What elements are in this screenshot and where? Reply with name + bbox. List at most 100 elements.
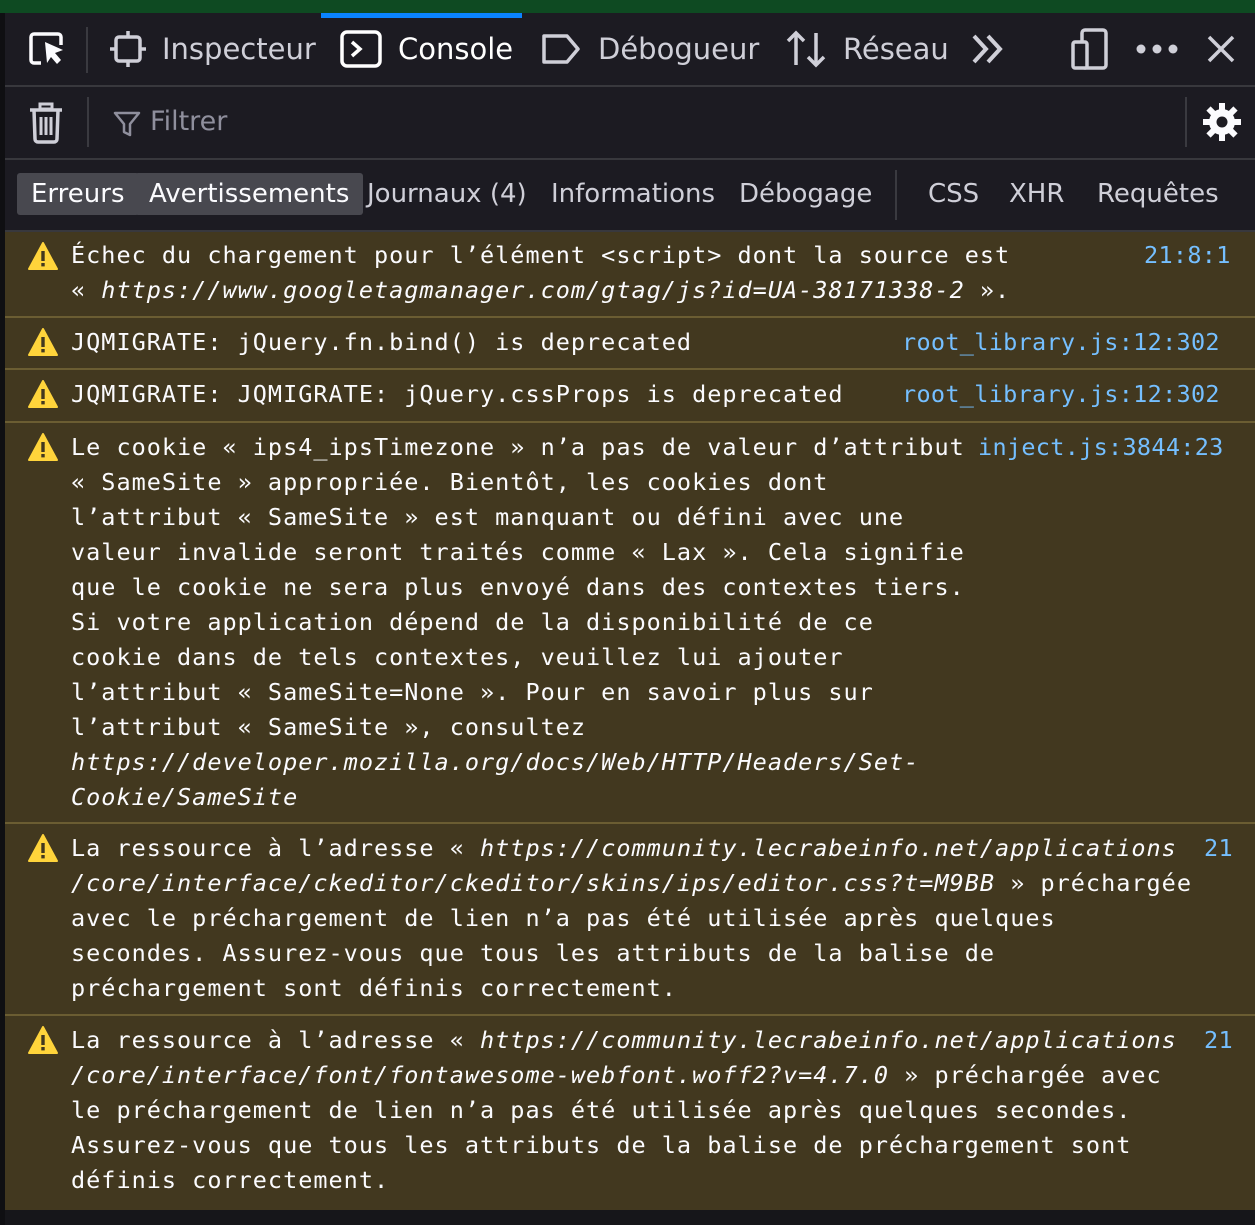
- message-line: JQMIGRATE: jQuery.fn.bind() is deprecate…: [71, 325, 692, 360]
- message-text-segment: avec le préchargement de lien n’a pas ét…: [71, 904, 1056, 932]
- message-line: Échec du chargement pour l’élément <scri…: [71, 238, 1010, 273]
- message-text-segment: JQMIGRATE: jQuery.fn.bind() is deprecate…: [71, 328, 693, 356]
- message-line: que le cookie ne sera plus envoyé dans d…: [71, 570, 965, 605]
- message-text-segment: Le cookie « ips4_ipsTimezone » n’a pas d…: [71, 433, 965, 461]
- level-divider: [895, 170, 897, 220]
- message-text-segment: JQMIGRATE: JQMIGRATE: jQuery.cssProps is…: [71, 380, 844, 408]
- message-line: Le cookie « ips4_ipsTimezone » n’a pas d…: [71, 430, 965, 465]
- filter-css-button[interactable]: CSS: [914, 173, 993, 215]
- options-menu-button[interactable]: [1135, 13, 1179, 85]
- tab-debugger[interactable]: Débogueur: [540, 13, 759, 85]
- message-line: JQMIGRATE: JQMIGRATE: jQuery.cssProps is…: [71, 377, 844, 412]
- toolbar-divider: [86, 27, 88, 73]
- message-line: secondes. Assurez-vous que tous les attr…: [71, 936, 1192, 971]
- console-message-warning: JQMIGRATE: jQuery.fn.bind() is deprecate…: [5, 318, 1255, 370]
- message-text-segment: ».: [964, 276, 1011, 304]
- tab-network[interactable]: Réseau: [785, 13, 949, 85]
- filter-xhr-button[interactable]: XHR: [995, 173, 1078, 215]
- warning-icon: [27, 432, 59, 466]
- console-message-warning: La ressource à l’adresse « https://commu…: [5, 824, 1255, 1016]
- message-line: « SameSite » appropriée. Bientôt, les co…: [71, 465, 965, 500]
- chevron-double-right-icon: [970, 31, 1006, 67]
- console-message-warning: Le cookie « ips4_ipsTimezone » n’a pas d…: [5, 423, 1255, 824]
- message-line: avec le préchargement de lien n’a pas ét…: [71, 901, 1192, 936]
- message-url: /core/interface/font/fontawesome-webfont…: [71, 1061, 890, 1089]
- message-text-segment: cookie dans de tels contextes, veuillez …: [71, 643, 844, 671]
- message-line: La ressource à l’adresse « https://commu…: [71, 1023, 1177, 1058]
- warning-icon: [27, 327, 59, 361]
- message-text-segment: l’attribut « SameSite » est manquant ou …: [71, 503, 905, 531]
- filter-debug-button[interactable]: Débogage: [725, 173, 886, 215]
- message-text-segment: définis correctement.: [71, 1166, 390, 1194]
- clear-console-button[interactable]: [27, 102, 65, 148]
- filter-input[interactable]: Filtrer: [101, 95, 1181, 149]
- devtools-toolbar: Inspecteur Console Débogueur Réseau: [5, 13, 1255, 87]
- message-text: Échec du chargement pour l’élément <scri…: [71, 238, 1010, 308]
- more-tools-button[interactable]: [970, 13, 1006, 85]
- debugger-icon: [540, 32, 582, 66]
- message-location-link[interactable]: 21: [1204, 1023, 1233, 1058]
- message-text: La ressource à l’adresse « https://commu…: [71, 1023, 1177, 1198]
- message-text-segment: Assurez-vous que tous les attributs de l…: [71, 1131, 1132, 1159]
- console-input-edge: [5, 1210, 1255, 1225]
- message-url: /core/interface/ckeditor/ckeditor/skins/…: [71, 869, 996, 897]
- tab-network-label: Réseau: [843, 32, 949, 66]
- warning-icon: [27, 241, 59, 275]
- message-url: Cookie/SameSite: [71, 783, 299, 811]
- console-output: Échec du chargement pour l’élément <scri…: [5, 232, 1255, 1210]
- inspector-icon: [110, 31, 146, 67]
- message-line: Assurez-vous que tous les attributs de l…: [71, 1128, 1177, 1163]
- message-line: préchargement sont définis correctement.: [71, 971, 1192, 1006]
- gear-icon: [1201, 103, 1243, 147]
- filter-requests-button[interactable]: Requêtes: [1083, 173, 1233, 215]
- message-text-segment: l’attribut « SameSite », consultez: [71, 713, 587, 741]
- filter-logs-button[interactable]: Journaux (4): [353, 173, 541, 215]
- message-location-link[interactable]: inject.js:3844:23: [978, 430, 1224, 465]
- message-text-segment: l’attribut « SameSite=None ». Pour en sa…: [71, 678, 874, 706]
- message-text-segment: «: [71, 276, 102, 304]
- message-line: Si votre application dépend de la dispon…: [71, 605, 965, 640]
- message-url: https://developer.mozilla.org/docs/Web/H…: [71, 748, 920, 776]
- message-line: cookie dans de tels contextes, veuillez …: [71, 640, 965, 675]
- message-text-segment: La ressource à l’adresse «: [71, 834, 481, 862]
- console-icon: [340, 30, 382, 68]
- responsive-design-button[interactable]: [1070, 13, 1110, 85]
- message-line: le préchargement de lien n’a pas été uti…: [71, 1093, 1177, 1128]
- filter-info-button[interactable]: Informations: [537, 173, 729, 215]
- console-message-warning: JQMIGRATE: JQMIGRATE: jQuery.cssProps is…: [5, 370, 1255, 423]
- message-line: https://developer.mozilla.org/docs/Web/H…: [71, 745, 965, 780]
- message-location-link[interactable]: 21:8:1: [1144, 238, 1231, 273]
- message-line: l’attribut « SameSite », consultez: [71, 710, 965, 745]
- message-text-segment: préchargement sont définis correctement.: [71, 974, 677, 1002]
- filter-errors-button[interactable]: Erreurs: [17, 173, 139, 215]
- ellipsis-icon: [1135, 43, 1179, 55]
- message-line: « https://www.googletagmanager.com/gtag/…: [71, 273, 1010, 308]
- trash-icon: [27, 102, 65, 148]
- filter-warnings-button[interactable]: Avertissements: [135, 173, 364, 215]
- message-location-link[interactable]: root_library.js:12:302: [902, 325, 1220, 360]
- message-line: l’attribut « SameSite=None ». Pour en sa…: [71, 675, 965, 710]
- message-url: https://community.lecrabeinfo.net/applic…: [480, 1026, 1177, 1054]
- close-icon: [1205, 33, 1237, 65]
- message-text: JQMIGRATE: JQMIGRATE: jQuery.cssProps is…: [71, 377, 844, 412]
- tab-inspector[interactable]: Inspecteur: [110, 13, 316, 85]
- message-text: La ressource à l’adresse « https://commu…: [71, 831, 1192, 1006]
- element-picker-icon: [25, 29, 69, 69]
- message-url: https://www.googletagmanager.com/gtag/js…: [101, 276, 965, 304]
- message-url: https://community.lecrabeinfo.net/applic…: [480, 834, 1177, 862]
- message-text-segment: La ressource à l’adresse «: [71, 1026, 481, 1054]
- message-location-link[interactable]: 21: [1204, 831, 1233, 866]
- console-settings-button[interactable]: [1201, 101, 1243, 147]
- message-line: l’attribut « SameSite » est manquant ou …: [71, 500, 965, 535]
- filter-placeholder: Filtrer: [150, 106, 228, 137]
- console-message-warning: Échec du chargement pour l’élément <scri…: [5, 232, 1255, 318]
- message-location-link[interactable]: root_library.js:12:302: [902, 377, 1220, 412]
- element-picker-button[interactable]: [25, 13, 69, 85]
- tab-console[interactable]: Console: [340, 13, 513, 85]
- message-line: /core/interface/ckeditor/ckeditor/skins/…: [71, 866, 1192, 901]
- message-line: valeur invalide seront traités comme « L…: [71, 535, 965, 570]
- message-text-segment: Échec du chargement pour l’élément <scri…: [71, 241, 1011, 269]
- filter-icon: [113, 110, 141, 142]
- close-devtools-button[interactable]: [1205, 13, 1237, 85]
- message-line: /core/interface/font/fontawesome-webfont…: [71, 1058, 1177, 1093]
